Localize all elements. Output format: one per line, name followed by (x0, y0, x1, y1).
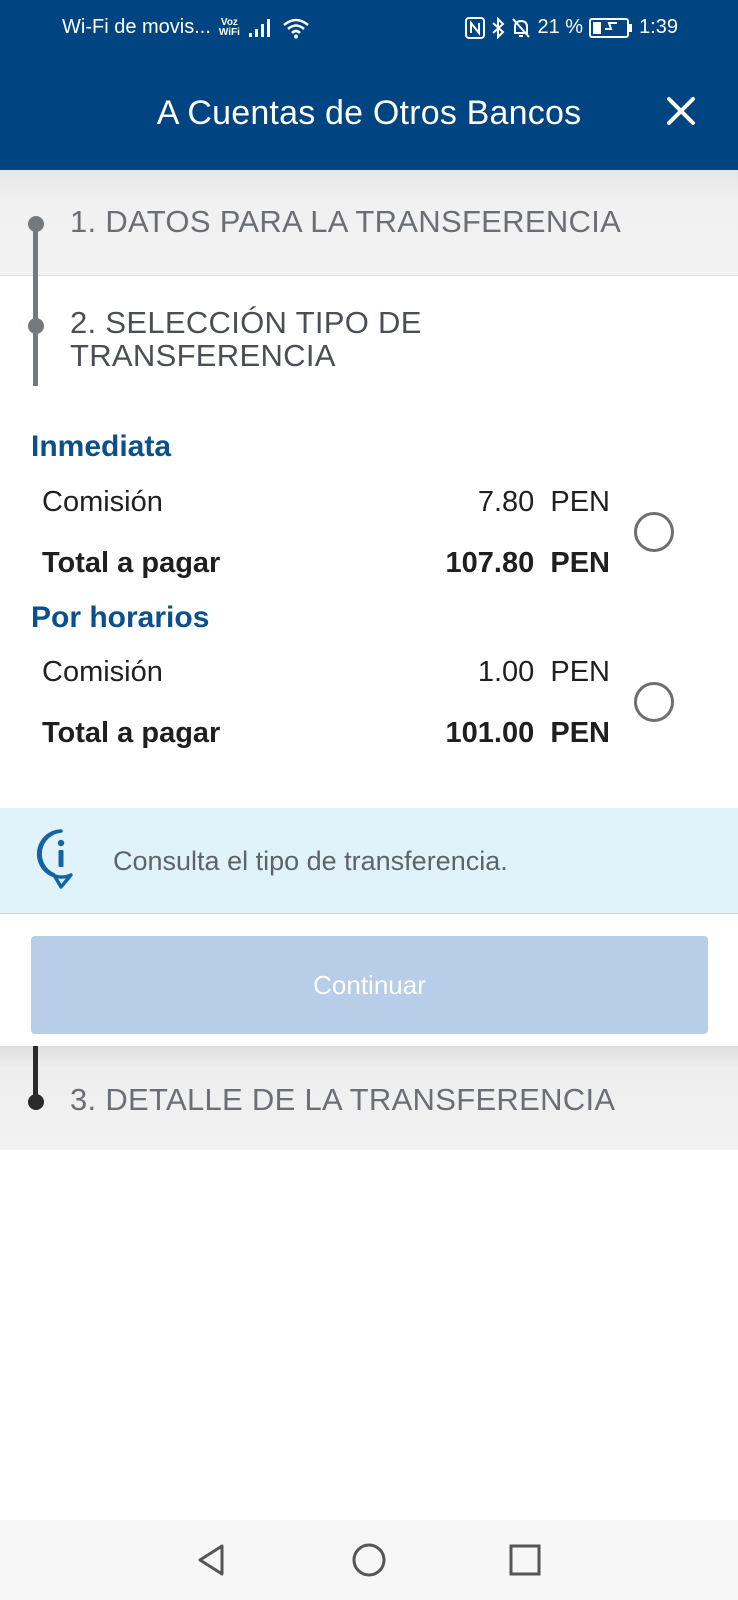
bluetooth-icon (491, 16, 505, 39)
timeline-dot-step-3 (28, 1094, 44, 1110)
nav-back-button[interactable] (192, 1540, 232, 1580)
option-inmediata-total-label: Total a pagar (42, 547, 221, 579)
step-3-label: 3. DETALLE DE LA TRANSFERENCIA (70, 1082, 616, 1117)
timeline-line (33, 220, 38, 386)
signal-icon (248, 18, 274, 38)
battery-percent: 21 % (537, 16, 584, 38)
back-icon (198, 1544, 224, 1576)
option-por-horarios-commission-value: 1.00 PEN (477, 656, 610, 688)
wifi-label: WiFi (218, 26, 240, 38)
step-2-label: 2. SELECCIÓN TIPO DE TRANSFERENCIA (70, 305, 422, 373)
option-por-horarios-title: Por horarios (31, 601, 210, 634)
nav-recents-button[interactable] (505, 1540, 545, 1580)
status-bar-left: Wi-Fi de movis... Voz WiFi (62, 16, 310, 39)
info-icon (36, 829, 73, 889)
option-por-horarios-total-value: 101.00 PEN (445, 717, 610, 749)
option-inmediata-radio[interactable] (634, 512, 674, 552)
close-icon (667, 97, 695, 125)
option-inmediata-title: Inmediata (31, 430, 172, 463)
step-3-section[interactable]: 3. DETALLE DE LA TRANSFERENCIA (0, 1046, 738, 1150)
continue-button[interactable]: Continuar (31, 936, 708, 1034)
step-1-label: 1. DATOS PARA LA TRANSFERENCIA (70, 204, 622, 239)
close-button[interactable] (666, 96, 696, 126)
carrier-label: Wi-Fi de movis... (62, 16, 211, 38)
timeline-dot-step-1 (28, 216, 44, 232)
system-nav-bar (0, 1520, 738, 1600)
option-por-horarios-commission-label: Comisión (42, 656, 163, 688)
battery-icon (589, 17, 633, 39)
option-por-horarios-total-label: Total a pagar (42, 717, 221, 749)
voz-label: Voz (220, 16, 238, 28)
option-por-horarios-radio[interactable] (634, 682, 674, 722)
voz-wifi-indicator: Voz WiFi (218, 16, 240, 38)
timeline-dot-step-2 (28, 318, 44, 334)
status-bar: Wi-Fi de movis... Voz WiFi 21 % 1:39 (0, 0, 738, 56)
option-inmediata-commission-label: Comisión (42, 486, 163, 518)
home-icon (352, 1543, 386, 1577)
app-header: A Cuentas de Otros Bancos (0, 56, 738, 170)
status-bar-right: 21 % 1:39 (465, 16, 678, 39)
option-inmediata-commission-value: 7.80 PEN (477, 486, 610, 518)
recents-icon (509, 1544, 541, 1576)
step-1-section[interactable]: 1. DATOS PARA LA TRANSFERENCIA (0, 170, 738, 276)
info-text: Consulta el tipo de transferencia. (113, 846, 508, 876)
info-banner: Consulta el tipo de transferencia. (0, 808, 738, 914)
mute-icon (511, 17, 531, 39)
option-inmediata-total-value: 107.80 PEN (445, 547, 610, 579)
nav-home-button[interactable] (349, 1540, 389, 1580)
page-title: A Cuentas de Otros Bancos (156, 94, 582, 132)
wifi-icon (282, 17, 310, 39)
clock: 1:39 (639, 16, 678, 38)
nfc-icon (465, 16, 486, 39)
